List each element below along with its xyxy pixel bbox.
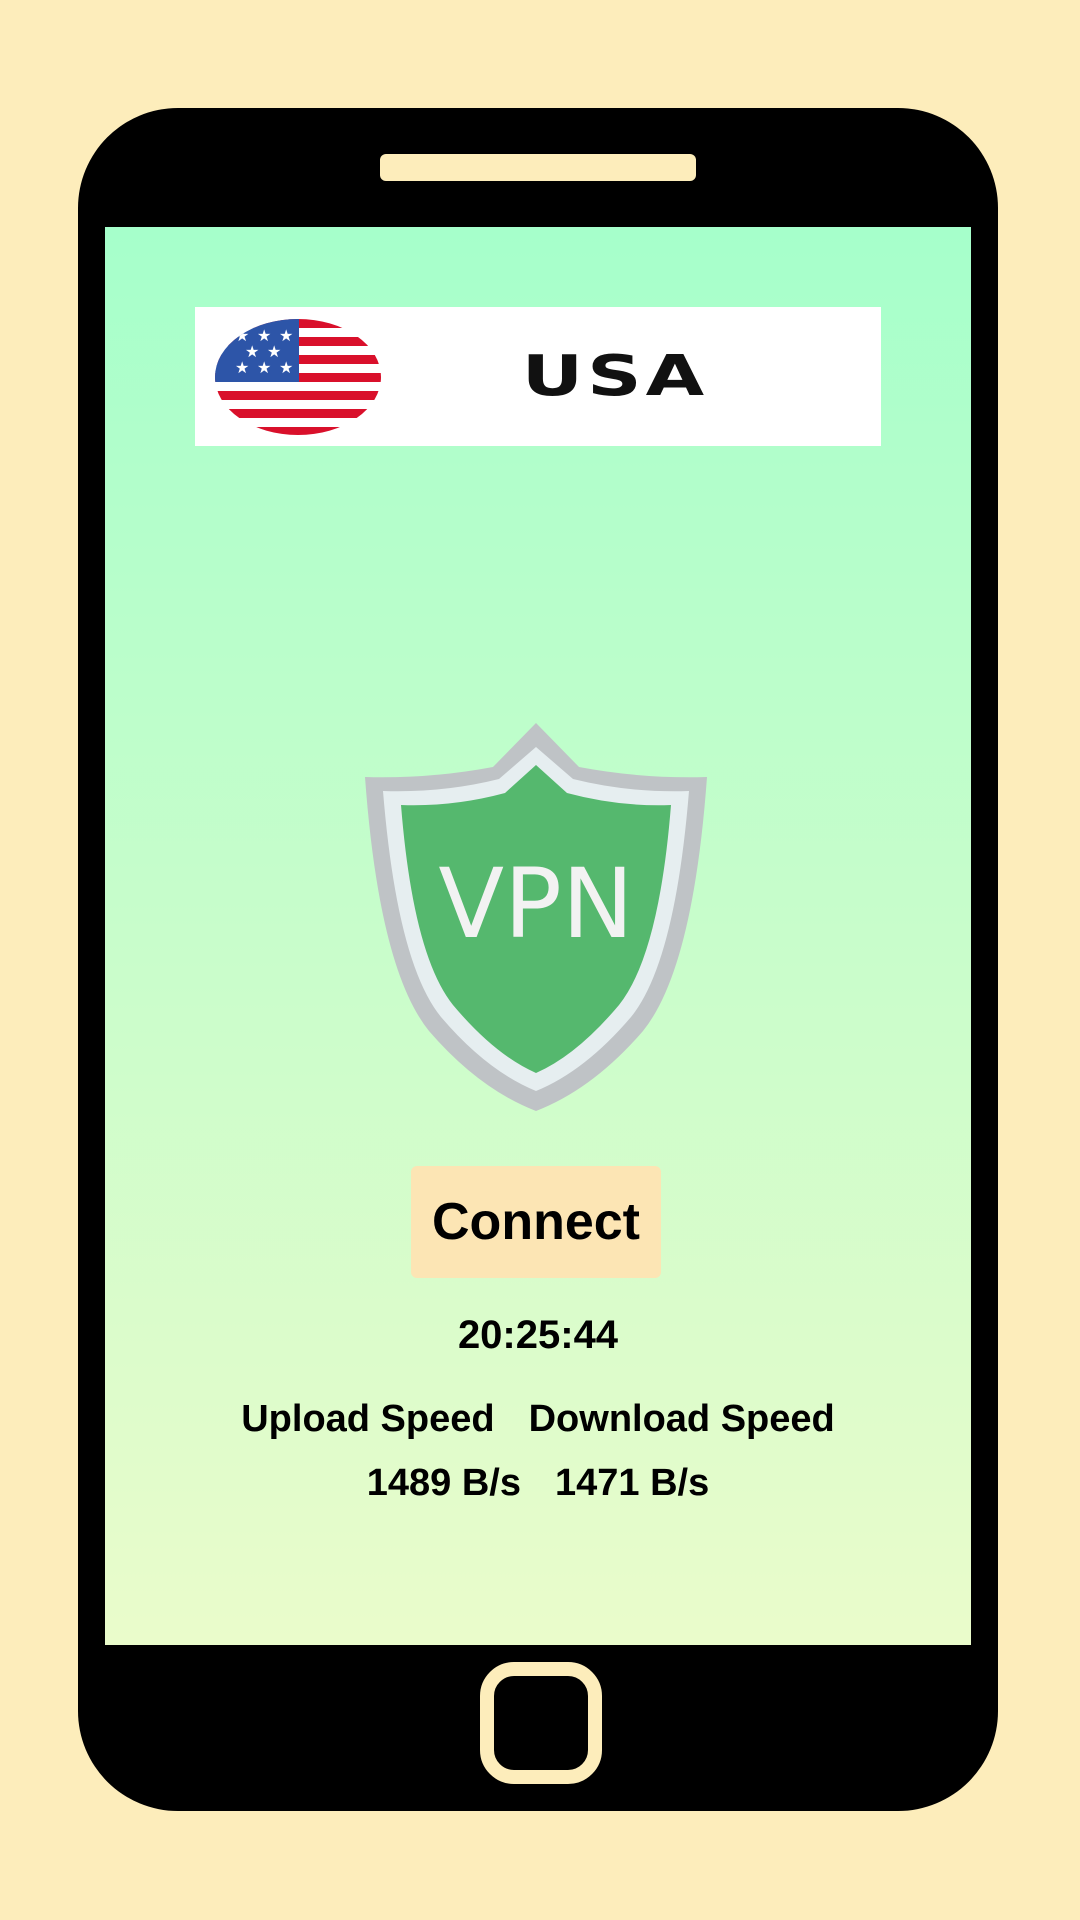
country-selector[interactable]: ★ ★ ★ ★ ★ ★ ★ ★ USA [195,307,881,446]
connect-button[interactable]: Connect [411,1166,661,1278]
vpn-shield-icon: VPN [363,719,709,1113]
connection-timer: 20:25:44 [457,1313,619,1357]
phone-speaker [380,154,696,181]
home-button[interactable] [480,1662,602,1784]
upload-speed-label: Upload Speed [241,1398,495,1440]
speed-values: 1489 B/s 1471 B/s [105,1462,971,1505]
country-name: USA [521,344,709,409]
upload-speed-value: 1489 B/s [366,1462,521,1504]
svg-text:★: ★ [235,358,249,377]
svg-text:★: ★ [279,358,293,377]
speed-labels: Upload Speed Download Speed [105,1398,971,1441]
vpn-label: VPN [438,848,633,960]
download-speed-label: Download Speed [528,1398,835,1440]
app-screen: ★ ★ ★ ★ ★ ★ ★ ★ USA VPN Connect 20:25:44 Uplo… [105,227,971,1645]
phone-frame: ★ ★ ★ ★ ★ ★ ★ ★ USA VPN Connect 20:25:44 Uplo… [78,108,998,1811]
svg-text:★: ★ [257,358,271,377]
usa-flag-icon: ★ ★ ★ ★ ★ ★ ★ ★ [215,319,381,435]
download-speed-value: 1471 B/s [555,1462,710,1504]
